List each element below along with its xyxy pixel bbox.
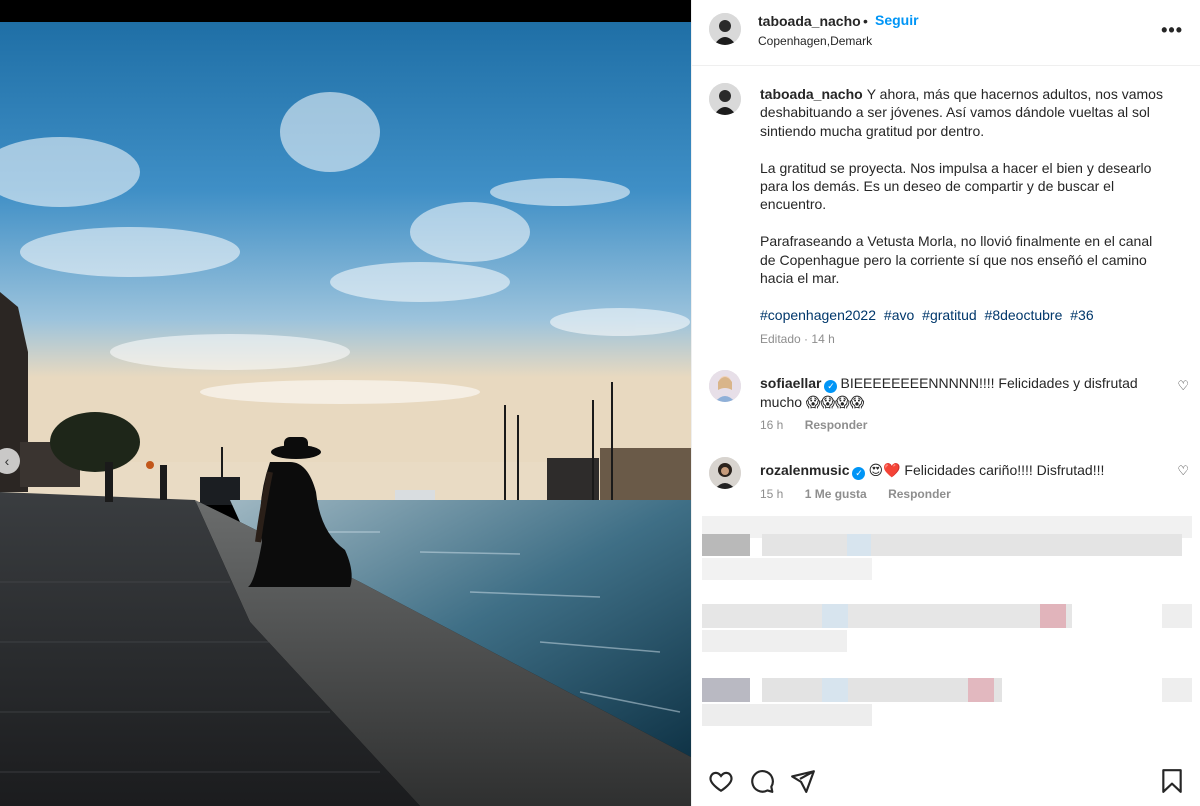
follow-button[interactable]: Seguir <box>875 12 919 28</box>
comment-username[interactable]: sofiaellar <box>760 375 821 391</box>
pixelated-comment <box>702 604 1200 652</box>
bookmark-icon[interactable] <box>1159 768 1185 794</box>
post-actions-bar <box>692 754 1200 806</box>
canal-photo <box>0 22 691 806</box>
share-icon[interactable] <box>790 768 816 794</box>
caption-paragraph-3: Parafraseando a Vetusta Morla, no llovió… <box>760 233 1153 287</box>
caption-text: taboada_nacho Y ahora, más que hacernos a… <box>760 85 1170 306</box>
verified-icon: ✓ <box>852 467 866 480</box>
comment-username[interactable]: rozalenmusic <box>760 462 849 478</box>
hashtag-link[interactable]: #36 <box>1070 307 1093 323</box>
caption-meta: Editado · 14 h <box>760 332 835 346</box>
post-header: taboada_nacho • Seguir Copenhagen,Demark… <box>692 0 1200 66</box>
caption-avatar[interactable] <box>709 83 741 115</box>
hashtags: #copenhagen2022 #avo #gratitud #8deoctub… <box>760 307 1098 323</box>
author-username[interactable]: taboada_nacho <box>758 13 861 29</box>
verified-icon: ✓ <box>824 380 838 393</box>
comment-meta: 16 h Responder <box>760 418 885 432</box>
comment-icon[interactable] <box>749 768 775 794</box>
heart-icon[interactable] <box>708 768 734 794</box>
header-separator: • <box>863 13 868 29</box>
comment-body: sofiaellar ✓ BIEEEEEEEENNNNN!!!! Felicidad… <box>760 374 1140 412</box>
comment-time[interactable]: 15 h <box>760 487 783 501</box>
comment-likes[interactable]: 1 Me gusta <box>805 487 867 501</box>
commenter-avatar[interactable] <box>709 457 741 489</box>
comment-text: 😍❤️ Felicidades cariño!!!! Disfrutad!!! <box>868 462 1105 478</box>
comment-like-icon[interactable]: ♡ <box>1177 463 1189 479</box>
pixelated-comment <box>702 516 1200 580</box>
pixelated-comment <box>702 678 1200 726</box>
commenter-avatar[interactable] <box>709 370 741 402</box>
hashtag-link[interactable]: #8deoctubre <box>985 307 1063 323</box>
caption-username[interactable]: taboada_nacho <box>760 86 863 102</box>
photo-top-bar <box>0 0 691 22</box>
comment-time[interactable]: 16 h <box>760 418 783 432</box>
caption-paragraph-2: La gratitud se proyecta. Nos impulsa a h… <box>760 159 1152 213</box>
hashtag-link[interactable]: #gratitud <box>922 307 976 323</box>
author-avatar[interactable] <box>709 13 741 45</box>
post-location[interactable]: Copenhagen,Demark <box>758 34 872 48</box>
comment-like-icon[interactable]: ♡ <box>1177 378 1189 394</box>
hashtag-link[interactable]: #avo <box>884 307 914 323</box>
post-side-panel: taboada_nacho • Seguir Copenhagen,Demark… <box>691 0 1200 806</box>
comment-body: rozalenmusic ✓ 😍❤️ Felicidades cariño!!!! … <box>760 461 1140 480</box>
caption-time[interactable]: 14 h <box>811 332 834 346</box>
edited-label: Editado <box>760 332 801 346</box>
hashtag-link[interactable]: #copenhagen2022 <box>760 307 876 323</box>
meta-separator: · <box>804 332 809 346</box>
comment-meta: 15 h 1 Me gusta Responder <box>760 487 969 501</box>
more-options-icon[interactable]: ••• <box>1161 20 1183 41</box>
reply-button[interactable]: Responder <box>888 487 951 501</box>
post-photo[interactable]: ‹ <box>0 0 691 806</box>
reply-button[interactable]: Responder <box>805 418 868 432</box>
